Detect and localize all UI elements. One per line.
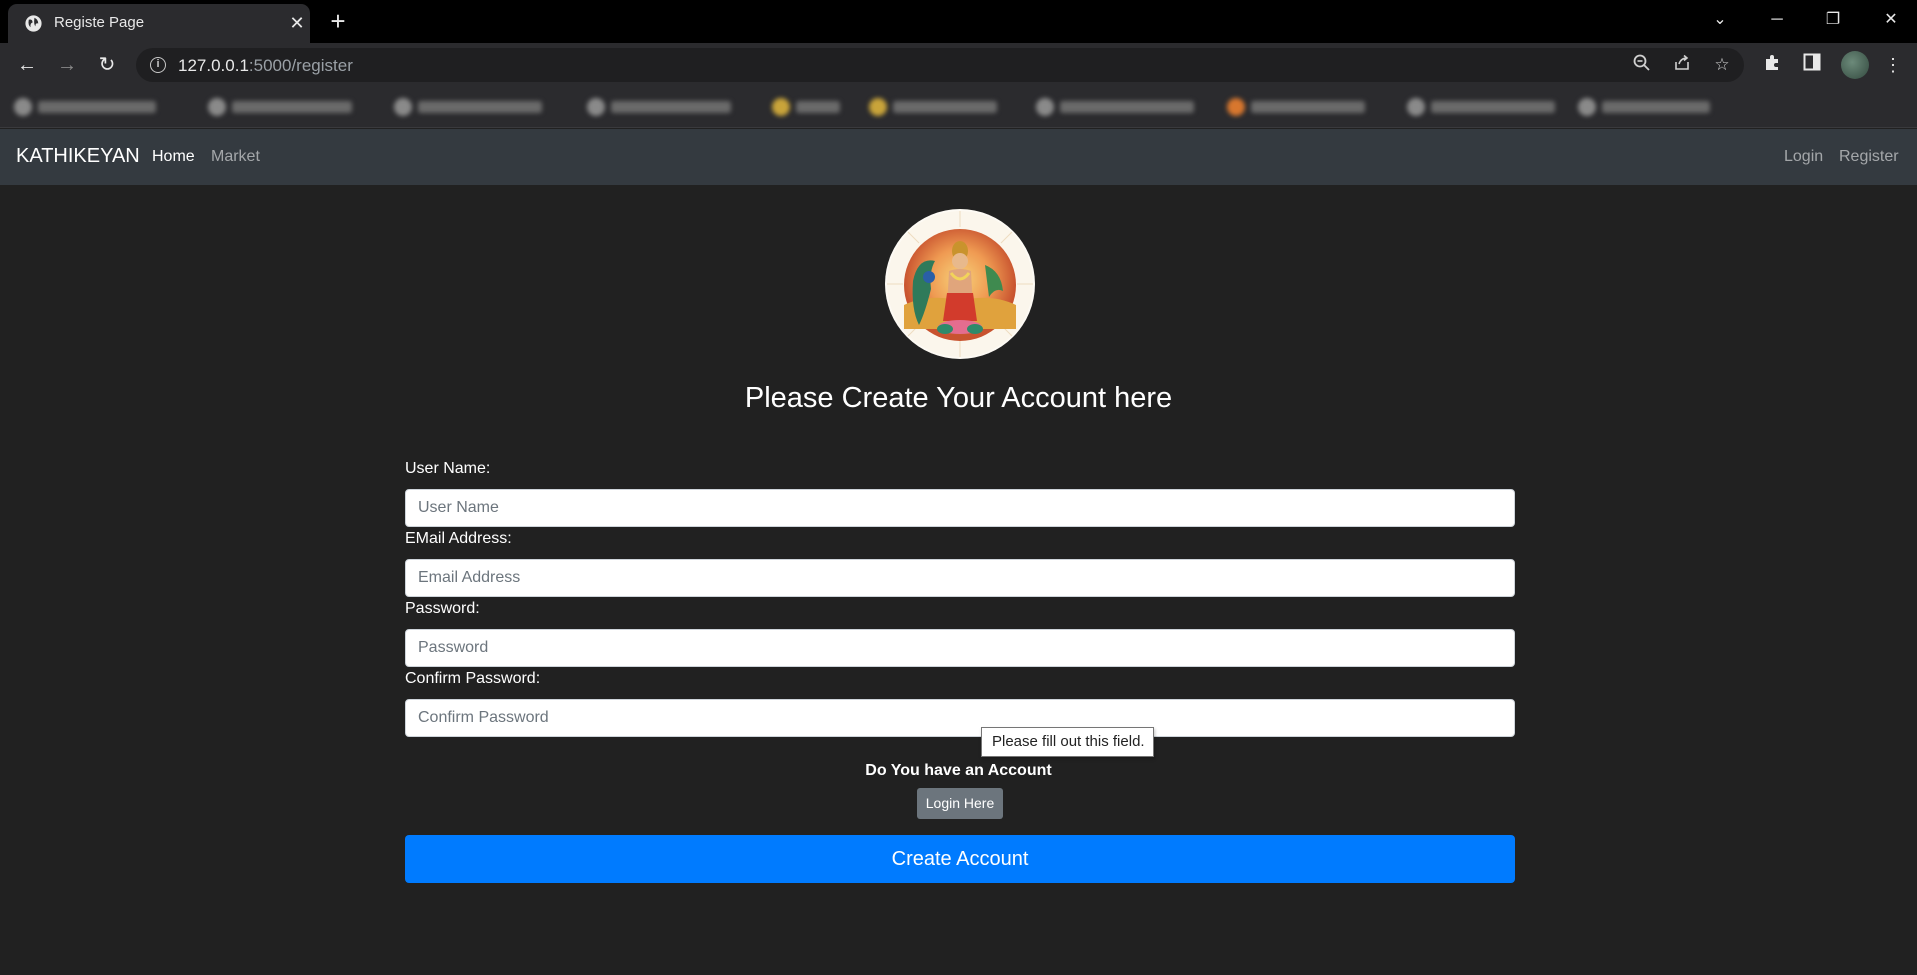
email-label: EMail Address: <box>405 530 512 547</box>
confirm-password-input[interactable] <box>405 699 1515 737</box>
tab-title: Registe Page <box>54 14 145 31</box>
forward-icon[interactable]: → <box>53 51 81 79</box>
back-icon[interactable]: ← <box>13 51 41 79</box>
create-account-button[interactable]: Create Account <box>405 835 1515 883</box>
account-question: Do You have an Account <box>865 762 1052 779</box>
nav-link-login[interactable]: Login <box>1784 148 1823 166</box>
bookmark-item[interactable] <box>14 96 156 118</box>
address-bar[interactable]: i 127.0.0.1:5000/register ☆ <box>136 48 1744 82</box>
site-navbar: KATHIKEYAN Home Market Login Register <box>0 129 1917 185</box>
close-icon[interactable]: ✕ <box>286 12 308 34</box>
info-icon[interactable]: i <box>150 57 166 73</box>
star-icon[interactable]: ☆ <box>1710 54 1734 76</box>
bookmark-item[interactable] <box>208 96 352 118</box>
password-label: Password: <box>405 600 480 617</box>
page-title: Please Create Your Account here <box>744 382 1173 414</box>
bookmark-item[interactable] <box>1407 96 1555 118</box>
zoom-icon[interactable] <box>1630 54 1654 76</box>
validation-tooltip: Please fill out this field. <box>981 727 1154 757</box>
password-input[interactable] <box>405 629 1515 667</box>
login-here-button[interactable]: Login Here <box>917 788 1003 819</box>
restore-icon[interactable]: ❐ <box>1818 6 1848 34</box>
reload-icon[interactable]: ↻ <box>93 51 121 79</box>
logo-image <box>885 209 1035 359</box>
menu-icon[interactable]: ⋮ <box>1880 52 1906 78</box>
chevron-down-icon[interactable]: ⌄ <box>1705 6 1735 34</box>
navbar-brand[interactable]: KATHIKEYAN <box>16 145 140 168</box>
nav-link-market[interactable]: Market <box>211 148 260 166</box>
plus-icon[interactable]: + <box>326 8 350 34</box>
url-text: 127.0.0.1:5000/register <box>178 56 353 75</box>
browser-tab[interactable]: Registe Page ✕ <box>8 4 310 43</box>
bookmark-item[interactable] <box>1227 96 1365 118</box>
username-input[interactable] <box>405 489 1515 527</box>
nav-link-home[interactable]: Home <box>152 148 195 166</box>
extensions-icon[interactable] <box>1760 52 1786 78</box>
close-window-icon[interactable]: ✕ <box>1876 6 1906 34</box>
confirm-password-label: Confirm Password: <box>405 670 541 687</box>
bookmark-item[interactable] <box>1036 96 1194 118</box>
globe-icon <box>25 15 42 32</box>
browser-tabstrip: Registe Page ✕ + ⌄ ─ ❐ ✕ <box>0 0 1917 43</box>
profile-avatar[interactable] <box>1841 51 1869 79</box>
email-input[interactable] <box>405 559 1515 597</box>
share-icon[interactable] <box>1670 54 1694 76</box>
username-label: User Name: <box>405 460 491 477</box>
bookmark-item[interactable] <box>772 96 840 118</box>
browser-toolbar: ← → ↻ i 127.0.0.1:5000/register ☆ <box>0 43 1917 87</box>
bookmark-item[interactable] <box>869 96 997 118</box>
bookmarks-bar <box>0 87 1917 128</box>
bookmark-item[interactable] <box>394 96 542 118</box>
bookmark-item[interactable] <box>587 96 731 118</box>
sidepanel-icon[interactable] <box>1799 52 1825 78</box>
bookmark-item[interactable] <box>1578 96 1710 118</box>
minimize-icon[interactable]: ─ <box>1762 6 1792 34</box>
nav-link-register[interactable]: Register <box>1839 148 1899 166</box>
